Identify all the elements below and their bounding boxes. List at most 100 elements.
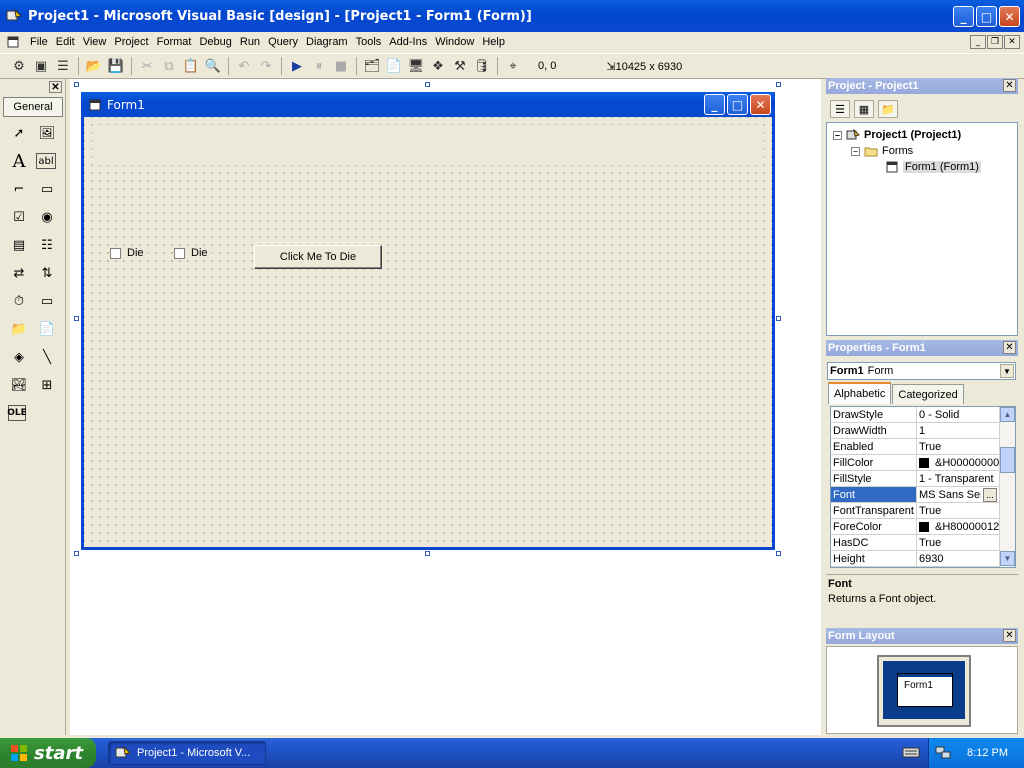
line-tool-icon[interactable]: ╲ bbox=[36, 346, 58, 368]
form-label[interactable] bbox=[92, 125, 764, 165]
tab-categorized[interactable]: Categorized bbox=[892, 384, 964, 404]
property-row[interactable]: ForeColor &H80000012& bbox=[831, 519, 1015, 535]
form1-minimize-button[interactable]: _ bbox=[704, 94, 725, 115]
tree-project-node[interactable]: − Project1 (Project1) bbox=[833, 129, 961, 141]
vscrollbar-tool-icon[interactable]: ⇅ bbox=[36, 262, 58, 284]
mdi-minimize-button[interactable]: _ bbox=[970, 35, 986, 49]
tab-alphabetic[interactable]: Alphabetic bbox=[828, 382, 892, 404]
checkbox-box[interactable] bbox=[110, 247, 121, 259]
optionbutton-tool-icon[interactable]: ◉ bbox=[36, 206, 58, 228]
image-tool-icon[interactable]: 🏞 bbox=[8, 374, 30, 396]
property-row[interactable]: HasDC True bbox=[831, 535, 1015, 551]
resize-handle[interactable] bbox=[425, 551, 430, 556]
die-checkbox-1[interactable]: Die bbox=[110, 247, 148, 259]
resize-handle[interactable] bbox=[776, 82, 781, 87]
resize-handle[interactable] bbox=[425, 82, 430, 87]
property-row[interactable]: Enabled True bbox=[831, 439, 1015, 455]
start-button[interactable]: start bbox=[0, 738, 96, 768]
chevron-down-icon[interactable]: ▼ bbox=[1000, 364, 1014, 378]
ole-tool-icon[interactable]: OLE bbox=[7, 405, 27, 421]
property-row[interactable]: FillStyle 1 - Transparent bbox=[831, 471, 1015, 487]
hscrollbar-tool-icon[interactable]: ⇄ bbox=[8, 262, 30, 284]
view-object-icon[interactable]: ▦ bbox=[854, 100, 874, 118]
menu-run[interactable]: Run bbox=[236, 36, 264, 48]
minimize-button[interactable]: _ bbox=[953, 6, 974, 27]
textbox-tool-icon[interactable]: abl bbox=[36, 153, 56, 169]
network-icon[interactable] bbox=[935, 746, 951, 760]
paste-icon[interactable]: 📋 bbox=[180, 55, 202, 77]
form1-title-bar[interactable]: Form1 _ □ ✕ bbox=[81, 92, 775, 117]
menu-view[interactable]: View bbox=[79, 36, 111, 48]
properties-panel-close-button[interactable]: ✕ bbox=[1003, 341, 1016, 354]
dirlistbox-tool-icon[interactable]: 📁 bbox=[8, 318, 30, 340]
object-selector[interactable]: Form1 Form ▼ bbox=[827, 362, 1016, 380]
checkbox-tool-icon[interactable]: ☑ bbox=[8, 206, 30, 228]
form-layout-close-button[interactable]: ✕ bbox=[1003, 629, 1016, 642]
resize-handle[interactable] bbox=[776, 316, 781, 321]
taskbar-item-vb[interactable]: Project1 - Microsoft V... bbox=[108, 741, 266, 765]
mdi-close-button[interactable]: ✕ bbox=[1004, 35, 1020, 49]
property-row-selected[interactable]: FontMS Sans Serif... bbox=[831, 487, 1015, 503]
toolbox-close-button[interactable]: ✕ bbox=[49, 81, 62, 93]
pointer-tool-icon[interactable]: ➚ bbox=[8, 122, 30, 144]
save-icon[interactable]: 💾 bbox=[105, 55, 127, 77]
ellipsis-button[interactable]: ... bbox=[983, 487, 997, 502]
object-browser-icon[interactable]: ❖ bbox=[427, 55, 449, 77]
menu-file[interactable]: File bbox=[26, 36, 52, 48]
find-icon[interactable]: 🔍 bbox=[202, 55, 224, 77]
resize-handle[interactable] bbox=[74, 551, 79, 556]
data-tool-icon[interactable]: ⊞ bbox=[36, 374, 58, 396]
end-icon[interactable]: ■ bbox=[330, 55, 352, 77]
form1-designer[interactable]: Form1 _ □ ✕ Die Die Click Me To Die bbox=[81, 92, 775, 550]
form-system-menu-icon[interactable] bbox=[6, 35, 20, 49]
drivelistbox-tool-icon[interactable]: ▭ bbox=[36, 290, 58, 312]
timer-tool-icon[interactable]: ⏱ bbox=[8, 290, 30, 312]
tree-form1-node[interactable]: Form1 (Form1) bbox=[885, 161, 981, 173]
tree-forms-folder[interactable]: − Forms bbox=[851, 145, 913, 157]
redo-icon[interactable]: ↷ bbox=[255, 55, 277, 77]
toggle-folders-icon[interactable]: 📁 bbox=[878, 100, 898, 118]
checkbox-box[interactable] bbox=[174, 247, 185, 259]
menu-help[interactable]: Help bbox=[478, 36, 509, 48]
scroll-up-icon[interactable]: ▲ bbox=[1000, 407, 1015, 422]
resize-handle[interactable] bbox=[776, 551, 781, 556]
resize-handle[interactable] bbox=[74, 82, 79, 87]
copy-icon[interactable]: ⧉ bbox=[158, 55, 180, 77]
picturebox-tool-icon[interactable]: 🖼 bbox=[36, 122, 58, 144]
toolbox-icon[interactable]: ⚒ bbox=[449, 55, 471, 77]
collapse-icon[interactable]: − bbox=[851, 146, 860, 156]
start-icon[interactable]: ▶ bbox=[286, 55, 308, 77]
menu-diagram[interactable]: Diagram bbox=[302, 36, 352, 48]
form-layout-icon[interactable]: 🖥 bbox=[405, 55, 427, 77]
resize-handle[interactable] bbox=[74, 316, 79, 321]
listbox-tool-icon[interactable]: ☷ bbox=[36, 234, 58, 256]
project-explorer-icon[interactable]: 🗂 bbox=[361, 55, 383, 77]
combobox-tool-icon[interactable]: ▤ bbox=[8, 234, 30, 256]
click-me-to-die-button[interactable]: Click Me To Die bbox=[254, 245, 382, 269]
filelistbox-tool-icon[interactable]: 📄 bbox=[36, 318, 58, 340]
menu-query[interactable]: Query bbox=[264, 36, 302, 48]
property-row[interactable]: Height 6930 bbox=[831, 551, 1015, 567]
label-tool-icon[interactable]: A bbox=[8, 150, 30, 172]
menu-format[interactable]: Format bbox=[153, 36, 196, 48]
scroll-down-icon[interactable]: ▼ bbox=[1000, 551, 1015, 566]
property-row[interactable]: DrawStyle 0 - Solid bbox=[831, 407, 1015, 423]
menu-edit[interactable]: Edit bbox=[52, 36, 79, 48]
collapse-icon[interactable]: − bbox=[833, 130, 842, 140]
cut-icon[interactable]: ✂ bbox=[136, 55, 158, 77]
form1-client-area[interactable]: Die Die Click Me To Die bbox=[84, 117, 772, 547]
form1-close-button[interactable]: ✕ bbox=[750, 94, 771, 115]
form1-maximize-button[interactable]: □ bbox=[727, 94, 748, 115]
close-button[interactable]: ✕ bbox=[999, 6, 1020, 27]
property-row[interactable]: FontTransparent True bbox=[831, 503, 1015, 519]
properties-window-icon[interactable]: 📄 bbox=[383, 55, 405, 77]
menu-window[interactable]: Window bbox=[431, 36, 478, 48]
view-code-icon[interactable]: ☰ bbox=[830, 100, 850, 118]
properties-scrollbar[interactable]: ▲ ▼ bbox=[999, 407, 1015, 567]
mdi-restore-button[interactable]: ❐ bbox=[987, 35, 1003, 49]
toolbox-general-tab[interactable]: General bbox=[3, 97, 63, 117]
shape-tool-icon[interactable]: ◈ bbox=[8, 346, 30, 368]
commandbutton-tool-icon[interactable]: ▭ bbox=[36, 178, 58, 200]
break-icon[interactable]: ⏸ bbox=[308, 55, 330, 77]
form-position-preview[interactable]: Form1 bbox=[897, 673, 953, 707]
